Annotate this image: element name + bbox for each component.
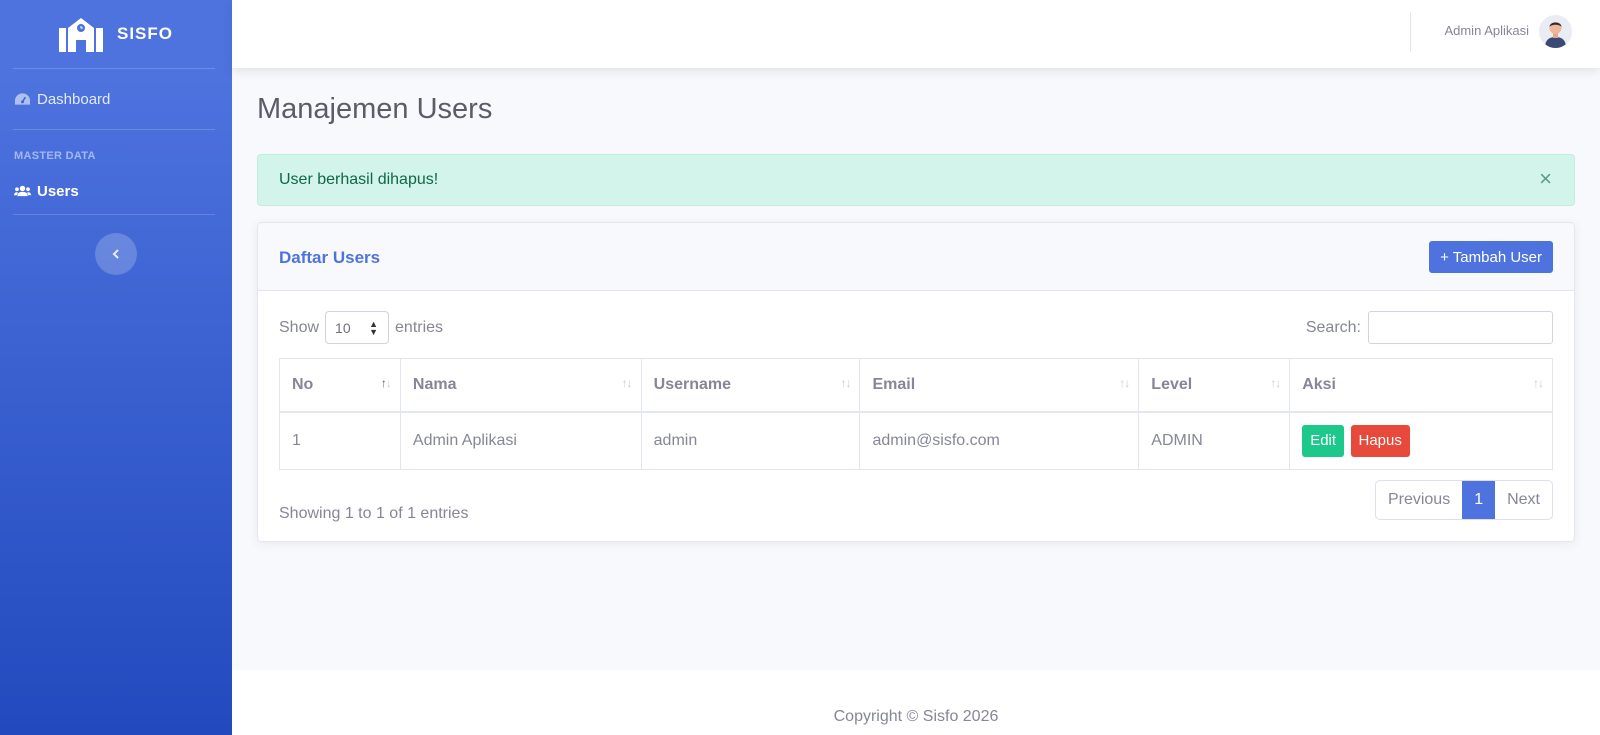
avatar[interactable] bbox=[1539, 15, 1572, 48]
entries-select-value: 10 bbox=[335, 320, 351, 336]
sidebar-brand[interactable]: SISFO bbox=[0, 0, 232, 68]
sidebar-toggle-button[interactable] bbox=[95, 233, 137, 275]
table-header-row: No ↑↓ Nama ↑↓ Username ↑↓ Email ↑↓ Level ↑↓ A… bbox=[279, 358, 1553, 413]
users-table: No ↑↓ Nama ↑↓ Username ↑↓ Email ↑↓ Level ↑↓ A… bbox=[279, 358, 1553, 470]
card-title: Daftar Users bbox=[279, 248, 381, 267]
search-input[interactable] bbox=[1368, 311, 1553, 344]
page-title: Manajemen Users bbox=[257, 93, 493, 125]
cell-level: ADMIN bbox=[1138, 411, 1291, 470]
column-header-username[interactable]: Username ↑↓ bbox=[640, 358, 861, 413]
table-row: 1 Admin Aplikasi admin admin@sisfo.com A… bbox=[279, 411, 1553, 470]
sort-icon: ↑↓ bbox=[380, 376, 392, 390]
success-alert: User berhasil dihapus! × bbox=[257, 154, 1575, 206]
sidebar-item-label: Dashboard bbox=[37, 90, 111, 108]
cell-email: admin@sisfo.com bbox=[859, 411, 1140, 470]
topbar: Admin Aplikasi bbox=[232, 0, 1600, 68]
show-label: Show bbox=[279, 318, 320, 336]
previous-page-button[interactable]: Previous bbox=[1376, 481, 1462, 519]
column-header-email[interactable]: Email ↑↓ bbox=[859, 358, 1140, 413]
sidebar-item-users[interactable]: Users bbox=[0, 168, 232, 214]
users-card: Daftar Users + Tambah User Show 10 ▲ ▼ en… bbox=[257, 222, 1575, 542]
sort-icon: ↑↓ bbox=[840, 376, 851, 390]
sort-icon: ↑↓ bbox=[1533, 376, 1544, 390]
close-icon[interactable]: × bbox=[1539, 168, 1552, 190]
pagination: Previous 1 Next bbox=[1374, 480, 1553, 520]
sidebar-item-dashboard[interactable]: Dashboard bbox=[0, 69, 232, 129]
chevron-left-icon bbox=[112, 249, 119, 259]
column-header-aksi[interactable]: Aksi ↑↓ bbox=[1289, 358, 1553, 413]
add-user-button[interactable]: + Tambah User bbox=[1429, 241, 1553, 273]
search-label: Search: bbox=[1305, 318, 1361, 336]
sort-icon: ↑↓ bbox=[621, 376, 633, 390]
copyright-text: Copyright © Sisfo 2026 bbox=[833, 708, 999, 725]
sidebar: SISFO Dashboard MASTER DATA Users bbox=[0, 0, 232, 735]
edit-button[interactable]: Edit bbox=[1302, 424, 1345, 457]
sort-icon: ↑↓ bbox=[1119, 376, 1130, 390]
card-header: Daftar Users + Tambah User bbox=[258, 223, 1574, 291]
column-header-no[interactable]: No ↑↓ bbox=[279, 358, 401, 413]
sidebar-divider bbox=[13, 214, 215, 215]
cell-username: admin bbox=[640, 411, 861, 470]
column-header-nama[interactable]: Nama ↑↓ bbox=[399, 358, 642, 413]
next-page-button[interactable]: Next bbox=[1495, 481, 1552, 519]
table-info: Showing 1 to 1 of 1 entries bbox=[279, 505, 469, 522]
sort-icon: ↑↓ bbox=[1270, 376, 1281, 390]
page-button-current[interactable]: 1 bbox=[1462, 481, 1496, 519]
column-header-level[interactable]: Level ↑↓ bbox=[1138, 358, 1291, 413]
cell-aksi: Edit Hapus bbox=[1289, 411, 1553, 470]
entries-label: entries bbox=[395, 318, 444, 336]
entries-length-control: Show 10 ▲ ▼ entries bbox=[279, 311, 443, 344]
brand-name: SISFO bbox=[116, 24, 173, 43]
tachometer-icon bbox=[14, 93, 31, 105]
entries-select[interactable]: 10 ▲ ▼ bbox=[325, 311, 390, 344]
user-avatar-icon bbox=[1539, 15, 1572, 48]
table-search: Search: bbox=[1306, 311, 1553, 344]
sidebar-item-label: Users bbox=[37, 182, 79, 200]
sort-arrows-icon: ▲ ▼ bbox=[369, 319, 379, 337]
footer: Copyright © Sisfo 2026 bbox=[232, 670, 1600, 735]
user-name[interactable]: Admin Aplikasi bbox=[1444, 23, 1529, 38]
alert-message: User berhasil dihapus! bbox=[279, 171, 439, 188]
cell-nama: Admin Aplikasi bbox=[399, 411, 642, 470]
delete-button[interactable]: Hapus bbox=[1350, 424, 1410, 457]
school-icon bbox=[58, 18, 103, 52]
sidebar-heading: MASTER DATA bbox=[14, 150, 96, 162]
cell-no: 1 bbox=[279, 411, 401, 470]
topbar-divider bbox=[1410, 12, 1411, 52]
users-icon bbox=[14, 185, 31, 197]
